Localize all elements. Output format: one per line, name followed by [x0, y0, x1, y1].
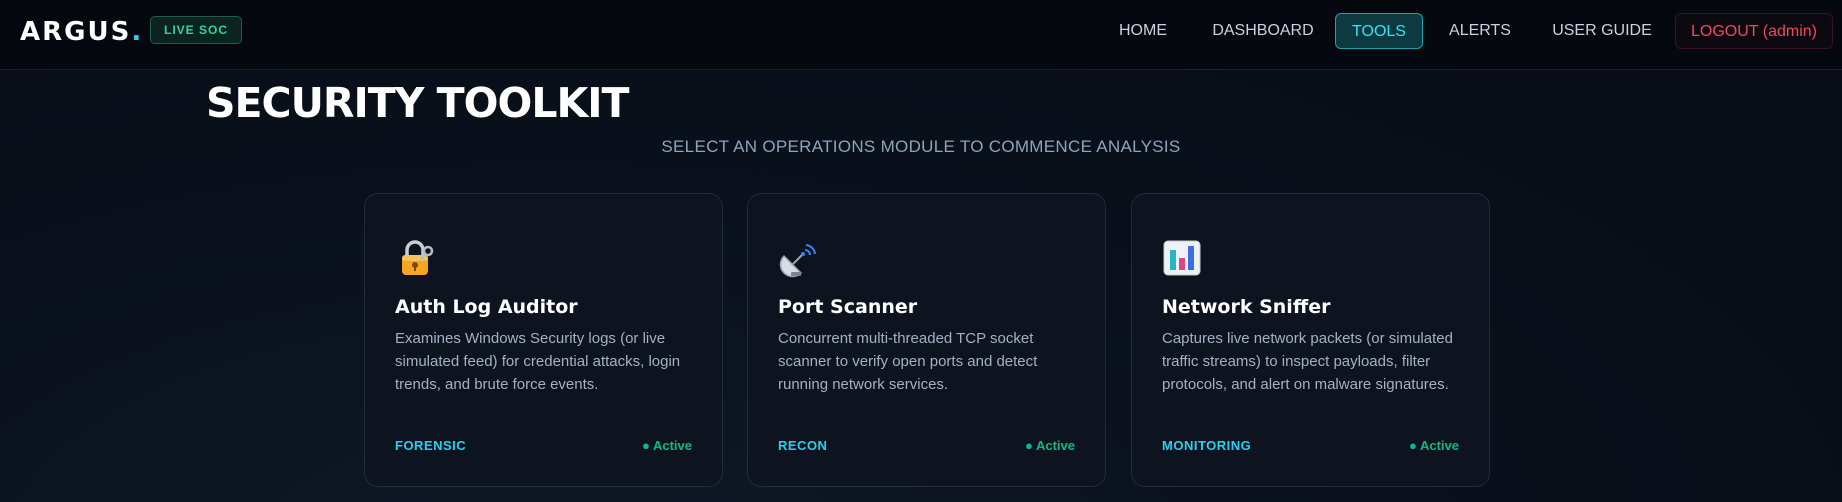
card-description: Examines Windows Security logs (or live … [395, 330, 681, 393]
card-status-badge: ● Active [641, 438, 692, 453]
card-category-tag: FORENSIC [395, 438, 467, 453]
logout-button[interactable]: LOGOUT (admin) [1675, 13, 1833, 49]
tool-card-auth-log-auditor[interactable]: Auth Log Auditor Examines Windows Securi… [364, 193, 723, 487]
card-title: Network Sniffer [1162, 296, 1331, 318]
nav-dashboard-link[interactable]: DASHBOARD [1208, 13, 1318, 49]
card-title: Auth Log Auditor [395, 296, 578, 318]
nav-user-guide-link[interactable]: USER GUIDE [1549, 13, 1655, 49]
nav-alerts-link[interactable]: ALERTS [1443, 13, 1517, 49]
tool-card-port-scanner[interactable]: Port Scanner Concurrent multi-threaded T… [747, 193, 1106, 487]
brand-dot: . [131, 17, 144, 47]
top-navbar: ARGUS. LIVE SOC HOME DASHBOARD TOOLS ALE… [0, 0, 1842, 70]
card-category-tag: RECON [778, 438, 828, 453]
tool-card-network-sniffer[interactable]: Network Sniffer Captures live network pa… [1131, 193, 1490, 487]
live-soc-badge: LIVE SOC [150, 16, 242, 44]
nav-home-link[interactable]: HOME [1110, 13, 1176, 49]
card-description: Concurrent multi-threaded TCP socket sca… [778, 330, 1038, 393]
card-description: Captures live network packets (or simula… [1162, 330, 1453, 393]
page-subtitle: SELECT AN OPERATIONS MODULE TO COMMENCE … [661, 137, 1181, 156]
page-title: SECURITY TOOLKIT [206, 79, 629, 127]
card-status-badge: ● Active [1024, 438, 1075, 453]
card-status-badge: ● Active [1408, 438, 1459, 453]
card-title: Port Scanner [778, 296, 918, 318]
bar-chart-icon [1162, 238, 1202, 278]
lock-with-key-icon [395, 238, 435, 278]
brand-name: ARGUS [20, 17, 132, 47]
satellite-dish-icon [778, 238, 818, 278]
brand-logo[interactable]: ARGUS. [20, 15, 143, 49]
nav-tools-link[interactable]: TOOLS [1335, 13, 1423, 49]
card-category-tag: MONITORING [1162, 438, 1252, 453]
